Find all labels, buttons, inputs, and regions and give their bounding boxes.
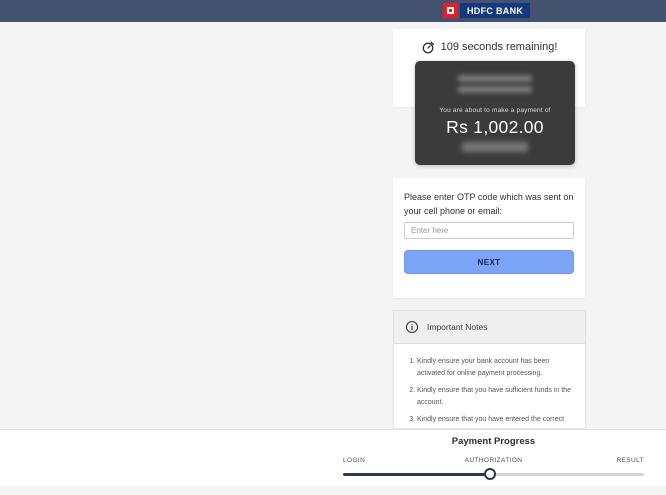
page: HDFC BANK 109 seconds remaining! You are… <box>0 0 666 495</box>
progress-title: Payment Progress <box>451 436 536 447</box>
otp-prompt-text: Please enter OTP code which was sent on … <box>404 192 574 216</box>
progress-track-complete <box>343 473 490 476</box>
stopwatch-icon <box>421 40 435 54</box>
top-bar: HDFC BANK <box>0 0 666 22</box>
progress-thumb <box>484 468 496 480</box>
notes-body: Kindly ensure your bank account has been… <box>394 344 585 428</box>
redacted-reference-line <box>462 142 528 152</box>
otp-card: Please enter OTP code which was sent on … <box>393 178 585 298</box>
timer-text: 109 seconds remaining! <box>440 41 558 53</box>
step-label-authorization: AUTHORIZATION <box>464 457 523 464</box>
payment-amount: Rs 1,002.00 <box>446 117 544 137</box>
otp-input[interactable] <box>404 222 574 239</box>
notes-title: Important Notes <box>427 322 488 332</box>
payment-intro-text: You are about to make a payment of <box>439 107 551 114</box>
note-item: Kindly ensure that you have entered the … <box>417 414 571 428</box>
step-label-result: RESULT <box>616 457 644 464</box>
redacted-merchant-line <box>458 86 532 93</box>
redacted-merchant-line <box>458 75 532 82</box>
note-item: Kindly ensure your bank account has been… <box>417 356 571 379</box>
progress-track-remaining <box>490 473 644 476</box>
note-item: Kindly ensure that you have sufficient f… <box>417 385 571 408</box>
hdfc-logo: HDFC BANK <box>443 3 531 18</box>
payment-summary-card: You are about to make a payment of Rs 1,… <box>415 61 575 165</box>
notes-header: i Important Notes <box>394 311 585 344</box>
next-button[interactable]: NEXT <box>404 250 574 274</box>
payment-progress-bar: Payment Progress LOGIN AUTHORIZATION RES… <box>0 429 666 486</box>
info-icon: i <box>406 321 418 333</box>
important-notes-card: i Important Notes Kindly ensure your ban… <box>393 310 586 429</box>
hdfc-logo-mark-icon <box>443 3 458 18</box>
hdfc-logo-text: HDFC BANK <box>460 3 531 18</box>
